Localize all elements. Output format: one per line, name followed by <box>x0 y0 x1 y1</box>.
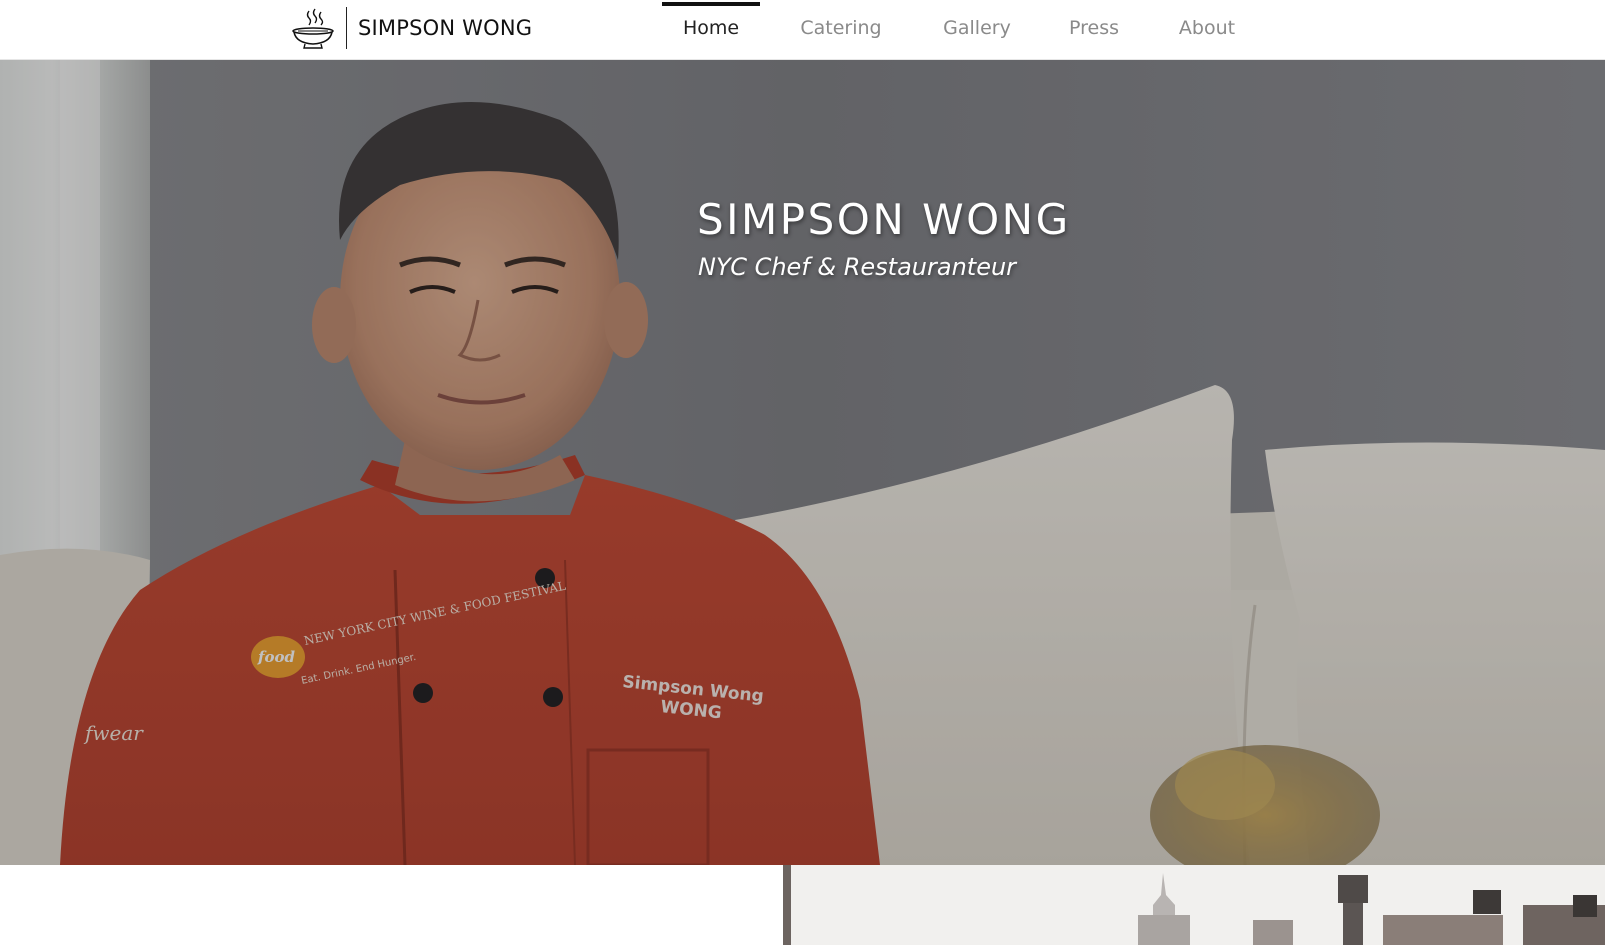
nav-item-about[interactable]: About <box>1168 0 1246 56</box>
logo-divider <box>346 7 347 49</box>
hero-title: SIMPSON WONG <box>697 195 1071 244</box>
hero-section: food NEW YORK CITY WINE & FOOD FESTIVAL … <box>0 60 1605 865</box>
section-text-panel <box>0 865 783 945</box>
hero-subtitle: NYC Chef & Restauranteur <box>698 253 1017 281</box>
nav-item-home[interactable]: Home <box>662 0 760 56</box>
nav-item-gallery[interactable]: Gallery <box>932 0 1022 56</box>
logo-text: SIMPSON WONG <box>358 16 533 40</box>
site-logo[interactable]: SIMPSON WONG <box>290 4 532 52</box>
steaming-bowl-icon <box>292 8 334 49</box>
hero-dark-overlay <box>0 60 1605 865</box>
site-header: SIMPSON WONG Home Catering Gallery Press… <box>0 0 1605 60</box>
nav-item-catering[interactable]: Catering <box>790 0 892 56</box>
section-skyline-image <box>783 865 1605 945</box>
city-skyline-image <box>783 865 1605 945</box>
nav-item-press[interactable]: Press <box>1058 0 1130 56</box>
